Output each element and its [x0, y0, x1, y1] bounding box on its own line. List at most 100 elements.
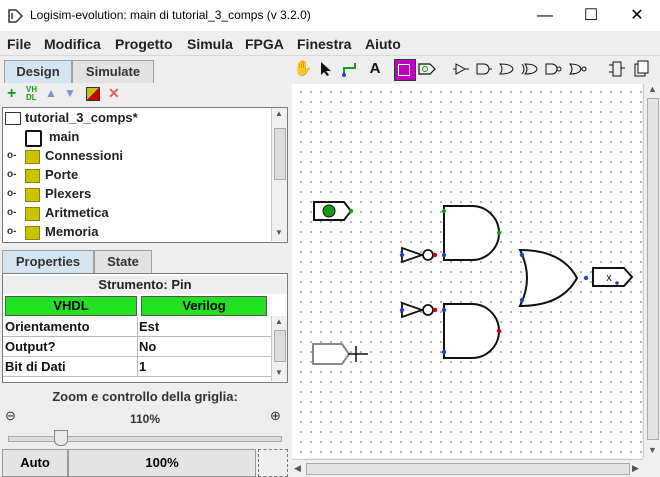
auto-zoom-button[interactable]: Auto	[2, 449, 68, 477]
canvas-vscrollbar[interactable]: ▲ ▼	[643, 84, 660, 458]
scroll-thumb[interactable]	[647, 98, 659, 440]
folder-icon	[25, 169, 40, 183]
minimize-button[interactable]: —	[522, 0, 568, 31]
scroll-down-icon[interactable]: ▼	[275, 368, 283, 377]
and-gate-2[interactable]	[441, 303, 502, 359]
scroll-thumb[interactable]	[274, 128, 286, 180]
folder-icon	[25, 150, 40, 164]
expand-icon[interactable]: o-	[7, 188, 16, 199]
scroll-down-icon[interactable]: ▼	[648, 445, 657, 455]
expand-icon[interactable]: o-	[7, 150, 16, 161]
not-gate-1[interactable]	[399, 246, 438, 264]
tree-scrollbar[interactable]: ▲ ▼	[271, 108, 287, 241]
edit-appearance-icon[interactable]	[86, 87, 100, 101]
tree-folder-row[interactable]: o- Connessioni	[7, 147, 267, 166]
zoom-out-icon[interactable]: ⊖	[5, 408, 16, 424]
text-icon[interactable]: A	[364, 58, 386, 80]
tab-simulate[interactable]: Simulate	[72, 60, 154, 83]
menu-finestra[interactable]: Finestra	[297, 36, 351, 52]
vhdl-toggle[interactable]: VHDL	[5, 296, 137, 316]
canvas-toolbar: ✋ A	[290, 56, 660, 83]
menu-file[interactable]: File	[7, 36, 31, 52]
hand-icon[interactable]: ✋	[292, 58, 314, 80]
expand-icon[interactable]: o-	[7, 207, 16, 218]
output-pin[interactable]: x	[592, 267, 634, 287]
scroll-left-icon[interactable]: ◀	[294, 463, 301, 474]
expand-icon[interactable]: o-	[7, 169, 16, 180]
tree-folder-row[interactable]: o- Plexers	[7, 185, 267, 204]
scroll-down-icon[interactable]: ▼	[275, 228, 283, 237]
menu-aiuto[interactable]: Aiuto	[365, 36, 401, 52]
maximize-button[interactable]: ☐	[568, 0, 614, 31]
appearance-icon[interactable]	[632, 60, 650, 78]
menu-progetto[interactable]: Progetto	[115, 36, 173, 52]
folder-icon	[25, 226, 40, 240]
menu-simula[interactable]: Simula	[187, 36, 233, 52]
prop-value[interactable]: Est	[137, 317, 271, 337]
nand-gate-icon[interactable]	[544, 62, 564, 76]
properties-scrollbar[interactable]: ▲ ▼	[271, 316, 287, 381]
scroll-up-icon[interactable]: ▲	[275, 317, 283, 326]
pointer-icon[interactable]	[320, 61, 332, 77]
xor-gate-icon[interactable]	[521, 62, 539, 76]
zoom-slider-track[interactable]	[8, 436, 282, 442]
nor-gate-icon[interactable]	[568, 62, 588, 76]
output-pin-icon[interactable]	[418, 61, 438, 77]
tree-folder-row[interactable]: o- Porte	[7, 166, 267, 185]
input-pin-icon[interactable]	[394, 59, 416, 81]
scroll-right-icon[interactable]: ▶	[632, 463, 639, 474]
move-up-icon[interactable]: ▲	[45, 86, 57, 100]
layout-icon[interactable]	[608, 60, 626, 78]
title-bar: Logisim-evolution: main di tutorial_3_co…	[0, 0, 660, 31]
prop-name: Orientamento	[3, 317, 138, 337]
scroll-thumb[interactable]	[274, 330, 286, 362]
menu-fpga[interactable]: FPGA	[245, 36, 284, 52]
circuit-canvas[interactable]: x	[292, 84, 642, 458]
left-panel: Design Simulate + VH DL ▲ ▼ ✕ tutorial_3_…	[0, 56, 290, 477]
scroll-thumb[interactable]	[306, 463, 630, 475]
folder-icon	[25, 207, 40, 221]
buffer-icon[interactable]	[452, 62, 470, 76]
scroll-up-icon[interactable]: ▲	[648, 84, 657, 94]
zoom-label: Zoom e controllo della griglia:	[52, 389, 238, 404]
close-button[interactable]: ✕	[614, 0, 660, 31]
add-circuit-icon[interactable]: +	[7, 85, 16, 103]
window-title: Logisim-evolution: main di tutorial_3_co…	[30, 8, 311, 22]
prop-name: Bit di Dati	[3, 357, 138, 377]
reset-zoom-button[interactable]: 100%	[68, 449, 256, 477]
prop-value[interactable]: No	[137, 337, 271, 357]
move-down-icon[interactable]: ▼	[64, 86, 76, 100]
wire-icon[interactable]	[341, 60, 359, 78]
or-gate[interactable]	[518, 248, 589, 308]
tree-folder-row[interactable]: o- Memoria	[7, 223, 267, 242]
tab-properties[interactable]: Properties	[2, 250, 94, 273]
verilog-toggle[interactable]: Verilog	[141, 296, 267, 316]
scroll-up-icon[interactable]: ▲	[275, 109, 283, 118]
folder-label: Connessioni	[45, 148, 124, 163]
menu-modifica[interactable]: Modifica	[44, 36, 101, 52]
project-icon	[5, 112, 21, 125]
tree-toolbar: + VH DL ▲ ▼ ✕	[0, 83, 290, 107]
tab-state[interactable]: State	[94, 250, 152, 273]
expand-icon[interactable]: o-	[7, 226, 16, 237]
main-label: main	[49, 129, 80, 144]
not-gate-2[interactable]	[399, 301, 438, 319]
or-gate-icon[interactable]	[498, 62, 516, 76]
canvas-hscrollbar[interactable]: ◀ ▶	[292, 459, 643, 477]
tab-design[interactable]: Design	[4, 60, 72, 83]
tool-label: Strumento: Pin	[3, 276, 287, 294]
zoom-in-icon[interactable]: ⊕	[270, 408, 281, 424]
tree-folder-row[interactable]: o- Aritmetica	[7, 204, 267, 223]
add-vhdl-icon[interactable]: VH DL	[26, 86, 37, 102]
input-pin[interactable]	[313, 201, 354, 221]
and-gate-1[interactable]	[441, 205, 502, 261]
project-label: tutorial_3_comps*	[25, 110, 138, 125]
prop-name: Output?	[3, 337, 138, 357]
grid-toggle[interactable]	[258, 449, 288, 477]
and-gate-icon[interactable]	[475, 62, 493, 76]
zoom-value: 110%	[129, 412, 161, 426]
zoom-slider-thumb[interactable]	[53, 430, 68, 446]
delete-icon[interactable]: ✕	[108, 85, 120, 102]
ghost-pin	[312, 343, 368, 365]
prop-value[interactable]: 1	[137, 357, 271, 377]
